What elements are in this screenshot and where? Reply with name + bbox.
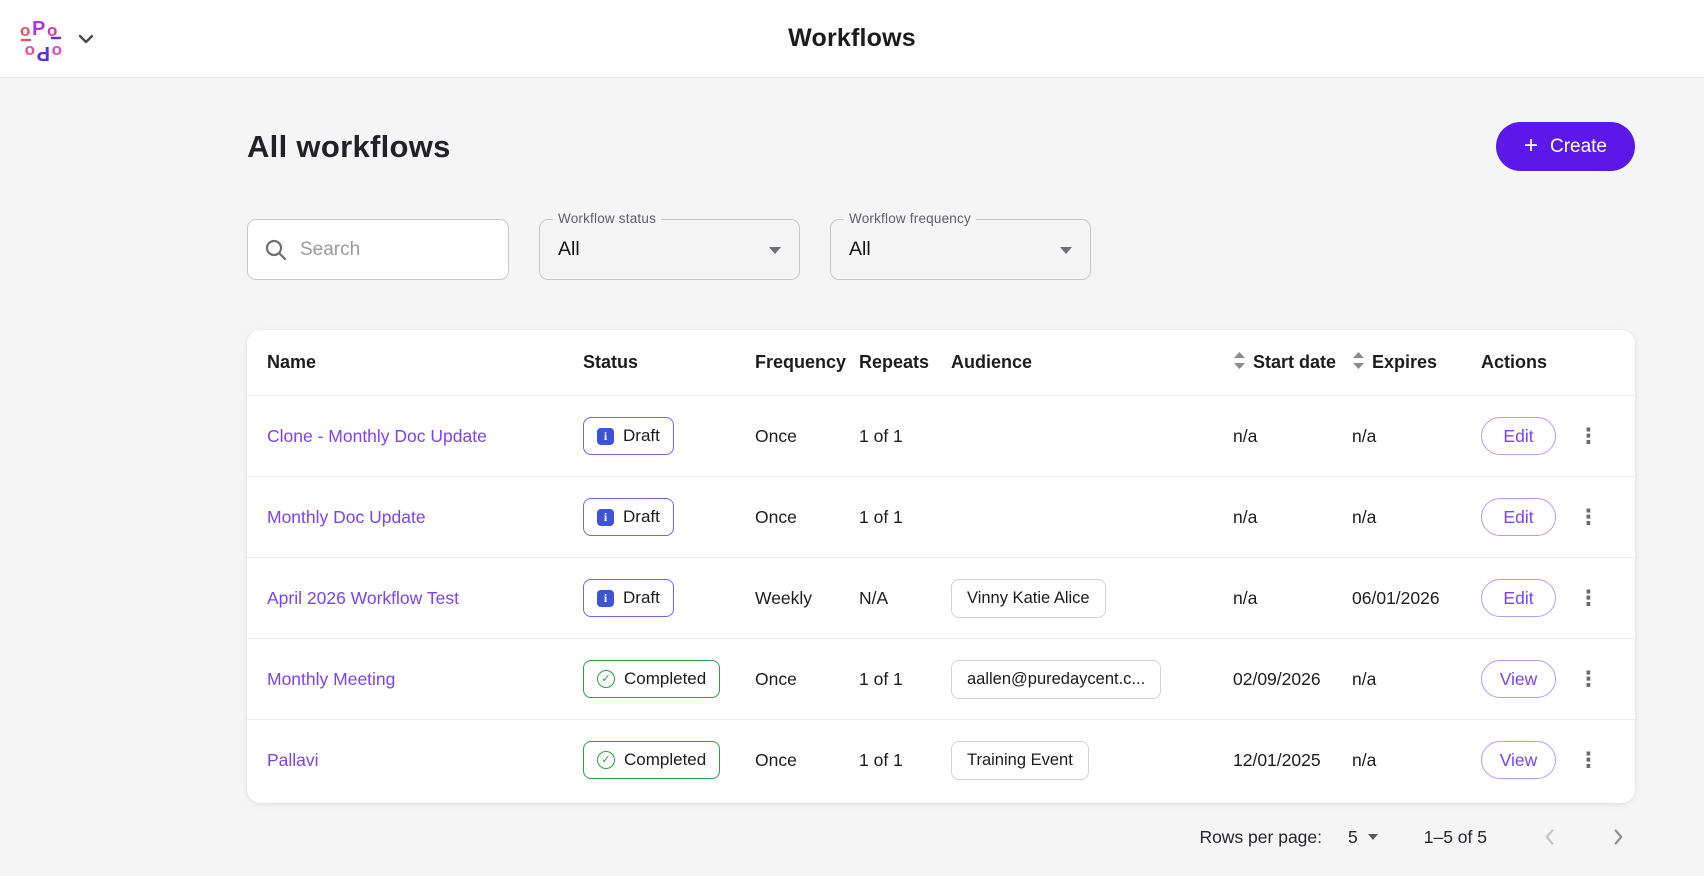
table-row: Monthly Meeting ✓Completed Once 1 of 1 a… — [247, 638, 1635, 719]
workflow-status-select[interactable]: Workflow status All — [539, 219, 800, 280]
frequency-cell: Weekly — [755, 588, 859, 609]
frequency-cell: Once — [755, 426, 859, 447]
start-date-cell: n/a — [1233, 426, 1352, 447]
svg-text:P: P — [37, 42, 50, 63]
create-workflow-button[interactable]: + Create — [1496, 122, 1635, 171]
dropdown-caret-icon — [1368, 834, 1378, 840]
section-heading: All workflows — [247, 129, 451, 165]
kebab-menu-icon[interactable]: ⋮ — [1578, 588, 1599, 609]
plus-icon: + — [1524, 134, 1538, 158]
workflow-frequency-value: All — [849, 238, 871, 261]
search-box — [247, 219, 509, 280]
column-header-expires[interactable]: Expires — [1352, 352, 1481, 374]
workflows-table: Name Status Frequency Repeats Audience S… — [247, 330, 1635, 803]
draft-info-icon: i — [597, 590, 614, 607]
edit-button[interactable]: Edit — [1481, 417, 1556, 455]
workflow-status-label: Workflow status — [553, 211, 661, 226]
status-badge: iDraft — [583, 417, 674, 455]
repeats-cell: N/A — [859, 588, 951, 609]
filters-bar: Workflow status All Workflow frequency A… — [247, 219, 1635, 280]
chevron-down-icon — [78, 34, 94, 44]
create-button-label: Create — [1550, 136, 1607, 158]
workflow-status-value: All — [558, 238, 580, 261]
status-badge: iDraft — [583, 579, 674, 617]
start-date-cell: n/a — [1233, 588, 1352, 609]
start-date-cell: 02/09/2026 — [1233, 669, 1352, 690]
frequency-cell: Once — [755, 669, 859, 690]
column-header-frequency: Frequency — [755, 352, 859, 373]
column-header-audience: Audience — [951, 352, 1233, 373]
edit-button[interactable]: Edit — [1481, 579, 1556, 617]
expires-cell: n/a — [1352, 507, 1481, 528]
status-badge: iDraft — [583, 498, 674, 536]
main-content: All workflows + Create Workflow status A… — [247, 78, 1635, 857]
expires-cell: 06/01/2026 — [1352, 588, 1481, 609]
audience-chip: aallen@puredaycent.c... — [951, 660, 1161, 699]
repeats-cell: 1 of 1 — [859, 750, 951, 771]
table-row: Monthly Doc Update iDraft Once 1 of 1 n/… — [247, 476, 1635, 557]
rows-per-page-select[interactable]: 5 — [1348, 827, 1378, 848]
next-page-button[interactable] — [1601, 820, 1635, 854]
workflow-name-link[interactable]: April 2026 Workflow Test — [267, 588, 459, 609]
pagination-range-label: 1–5 of 5 — [1424, 827, 1487, 848]
draft-info-icon: i — [597, 428, 614, 445]
table-row: April 2026 Workflow Test iDraft Weekly N… — [247, 557, 1635, 638]
start-date-cell: n/a — [1233, 507, 1352, 528]
column-header-status: Status — [583, 352, 755, 373]
view-button[interactable]: View — [1481, 741, 1556, 779]
search-input[interactable] — [300, 239, 492, 261]
svg-text:o: o — [52, 42, 62, 61]
svg-text:o: o — [25, 42, 35, 61]
frequency-cell: Once — [755, 507, 859, 528]
start-date-cell: 12/01/2025 — [1233, 750, 1352, 771]
sort-icon — [1352, 352, 1365, 374]
column-header-start-date[interactable]: Start date — [1233, 352, 1352, 374]
check-circle-icon: ✓ — [597, 751, 615, 769]
org-switcher-button[interactable]: o P o o P o — [18, 15, 94, 63]
table-row: Pallavi ✓Completed Once 1 of 1 Training … — [247, 719, 1635, 800]
dropdown-caret-icon — [769, 247, 781, 254]
column-header-name: Name — [267, 352, 583, 373]
previous-page-button[interactable] — [1533, 820, 1567, 854]
repeats-cell: 1 of 1 — [859, 507, 951, 528]
table-header-row: Name Status Frequency Repeats Audience S… — [247, 330, 1635, 395]
pagination-bar: Rows per page: 5 1–5 of 5 — [247, 817, 1635, 857]
audience-chip: Training Event — [951, 741, 1089, 780]
rows-per-page-label: Rows per page: — [1199, 827, 1322, 848]
column-header-actions: Actions — [1481, 352, 1615, 373]
audience-chip: Vinny Katie Alice — [951, 579, 1106, 618]
sort-icon — [1233, 352, 1246, 374]
workflow-name-link[interactable]: Monthly Doc Update — [267, 507, 426, 528]
table-row: Clone - Monthly Doc Update iDraft Once 1… — [247, 395, 1635, 476]
status-badge: ✓Completed — [583, 660, 720, 698]
view-button[interactable]: View — [1481, 660, 1556, 698]
column-header-repeats: Repeats — [859, 352, 951, 373]
page-title: Workflows — [0, 24, 1704, 53]
svg-text:P: P — [32, 18, 45, 40]
expires-cell: n/a — [1352, 669, 1481, 690]
repeats-cell: 1 of 1 — [859, 669, 951, 690]
edit-button[interactable]: Edit — [1481, 498, 1556, 536]
draft-info-icon: i — [597, 509, 614, 526]
workflow-name-link[interactable]: Pallavi — [267, 750, 319, 771]
svg-text:o: o — [20, 21, 30, 40]
search-icon — [264, 238, 288, 262]
workflow-name-link[interactable]: Clone - Monthly Doc Update — [267, 426, 487, 447]
app-logo-icon: o P o o P o — [18, 15, 64, 63]
repeats-cell: 1 of 1 — [859, 426, 951, 447]
frequency-cell: Once — [755, 750, 859, 771]
expires-cell: n/a — [1352, 426, 1481, 447]
kebab-menu-icon[interactable]: ⋮ — [1578, 750, 1599, 771]
workflow-name-link[interactable]: Monthly Meeting — [267, 669, 395, 690]
status-badge: ✓Completed — [583, 741, 720, 779]
workflow-frequency-select[interactable]: Workflow frequency All — [830, 219, 1091, 280]
kebab-menu-icon[interactable]: ⋮ — [1578, 669, 1599, 690]
expires-cell: n/a — [1352, 750, 1481, 771]
dropdown-caret-icon — [1060, 247, 1072, 254]
kebab-menu-icon[interactable]: ⋮ — [1578, 426, 1599, 447]
top-bar: o P o o P o Workflows — [0, 0, 1704, 78]
kebab-menu-icon[interactable]: ⋮ — [1578, 507, 1599, 528]
workflow-frequency-label: Workflow frequency — [844, 211, 976, 226]
check-circle-icon: ✓ — [597, 670, 615, 688]
